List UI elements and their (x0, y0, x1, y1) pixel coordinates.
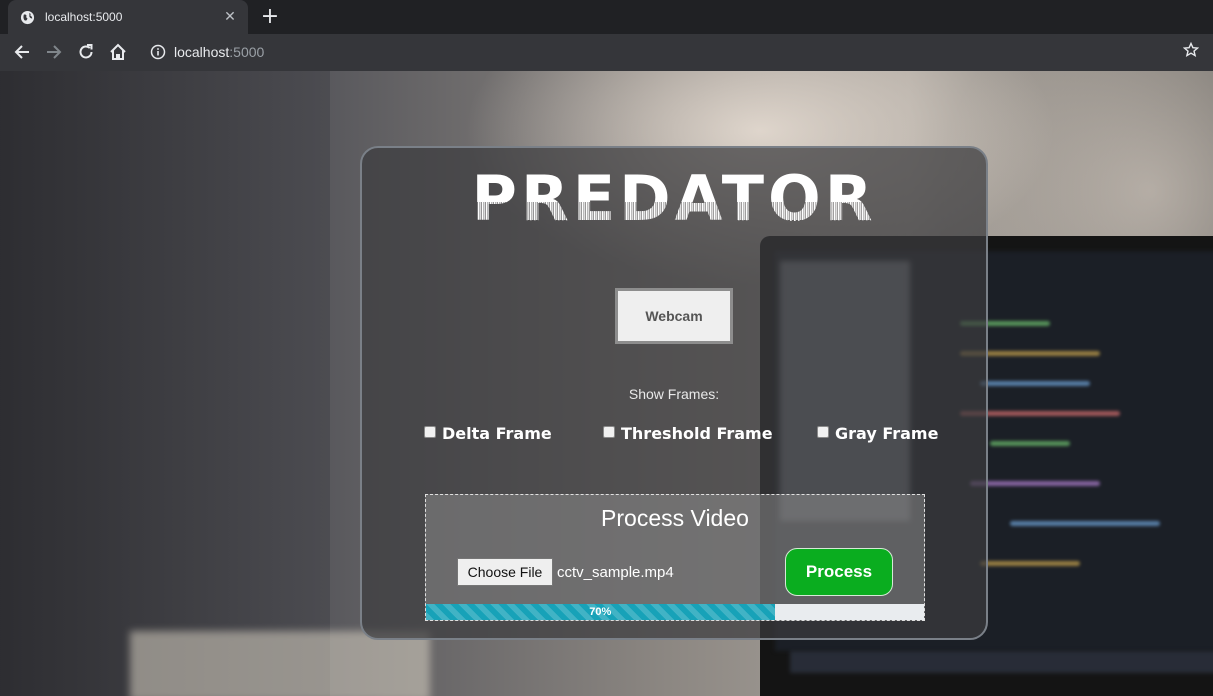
globe-icon (20, 10, 35, 24)
background-shadow (0, 71, 330, 696)
delta-frame-label: Delta Frame (442, 424, 552, 443)
browser-tab[interactable]: localhost:5000 ✕ (8, 0, 248, 34)
choose-file-button[interactable]: Choose File (457, 558, 553, 586)
process-video-panel: Process Video Choose File cctv_sample.mp… (425, 494, 925, 621)
gray-frame-checkbox[interactable] (817, 425, 829, 438)
gray-frame-option[interactable]: Gray Frame (817, 424, 938, 443)
reload-icon (79, 44, 93, 59)
close-tab-icon[interactable]: ✕ (222, 9, 238, 25)
background-code-line (980, 561, 1080, 566)
threshold-frame-checkbox[interactable] (603, 425, 615, 438)
new-tab-button[interactable]: + (258, 4, 282, 30)
background-code-line (980, 381, 1090, 386)
webcam-button[interactable]: Webcam (615, 288, 733, 344)
progress-bar-fill: 70% (426, 604, 775, 620)
browser-toolbar: localhost:5000 (0, 34, 1213, 71)
delta-frame-checkbox[interactable] (424, 425, 436, 438)
predator-logo-graphic: PREDATOR (474, 168, 874, 228)
back-button[interactable] (10, 40, 34, 64)
arrow-right-icon (47, 45, 62, 59)
gray-frame-label: Gray Frame (835, 424, 939, 443)
predator-logo: PREDATOR (362, 168, 986, 228)
background-taskbar (790, 651, 1213, 673)
forward-button[interactable] (42, 40, 66, 64)
background-code-line (990, 441, 1070, 446)
process-button[interactable]: Process (785, 548, 893, 596)
background-code-line (1010, 521, 1160, 526)
progress-bar: 70% (426, 604, 924, 620)
delta-frame-option[interactable]: Delta Frame (424, 424, 552, 443)
page-viewport: PREDATOR Webcam Show Frames: Delta Frame… (0, 71, 1213, 696)
selected-file-name: cctv_sample.mp4 (557, 564, 674, 581)
url-host: localhost (174, 44, 230, 60)
show-frames-label: Show Frames: (628, 386, 720, 402)
reload-button[interactable] (74, 40, 98, 64)
threshold-frame-option[interactable]: Threshold Frame (603, 424, 773, 443)
background-code-line (970, 481, 1100, 486)
home-button[interactable] (106, 40, 130, 64)
browser-tab-bar: localhost:5000 ✕ + (0, 0, 1213, 34)
main-card: PREDATOR Webcam Show Frames: Delta Frame… (360, 146, 988, 640)
address-bar[interactable]: localhost:5000 (140, 37, 1200, 67)
logo-text: PREDATOR (474, 168, 874, 228)
bookmark-star-icon[interactable] (1183, 42, 1199, 58)
info-icon[interactable] (150, 44, 166, 60)
arrow-left-icon (14, 45, 29, 59)
url-port: :5000 (229, 44, 265, 60)
process-video-title: Process Video (601, 505, 749, 531)
background-desk-item (130, 631, 430, 696)
tab-title: localhost:5000 (45, 10, 123, 24)
threshold-frame-label: Threshold Frame (621, 424, 773, 443)
home-icon (110, 43, 126, 60)
